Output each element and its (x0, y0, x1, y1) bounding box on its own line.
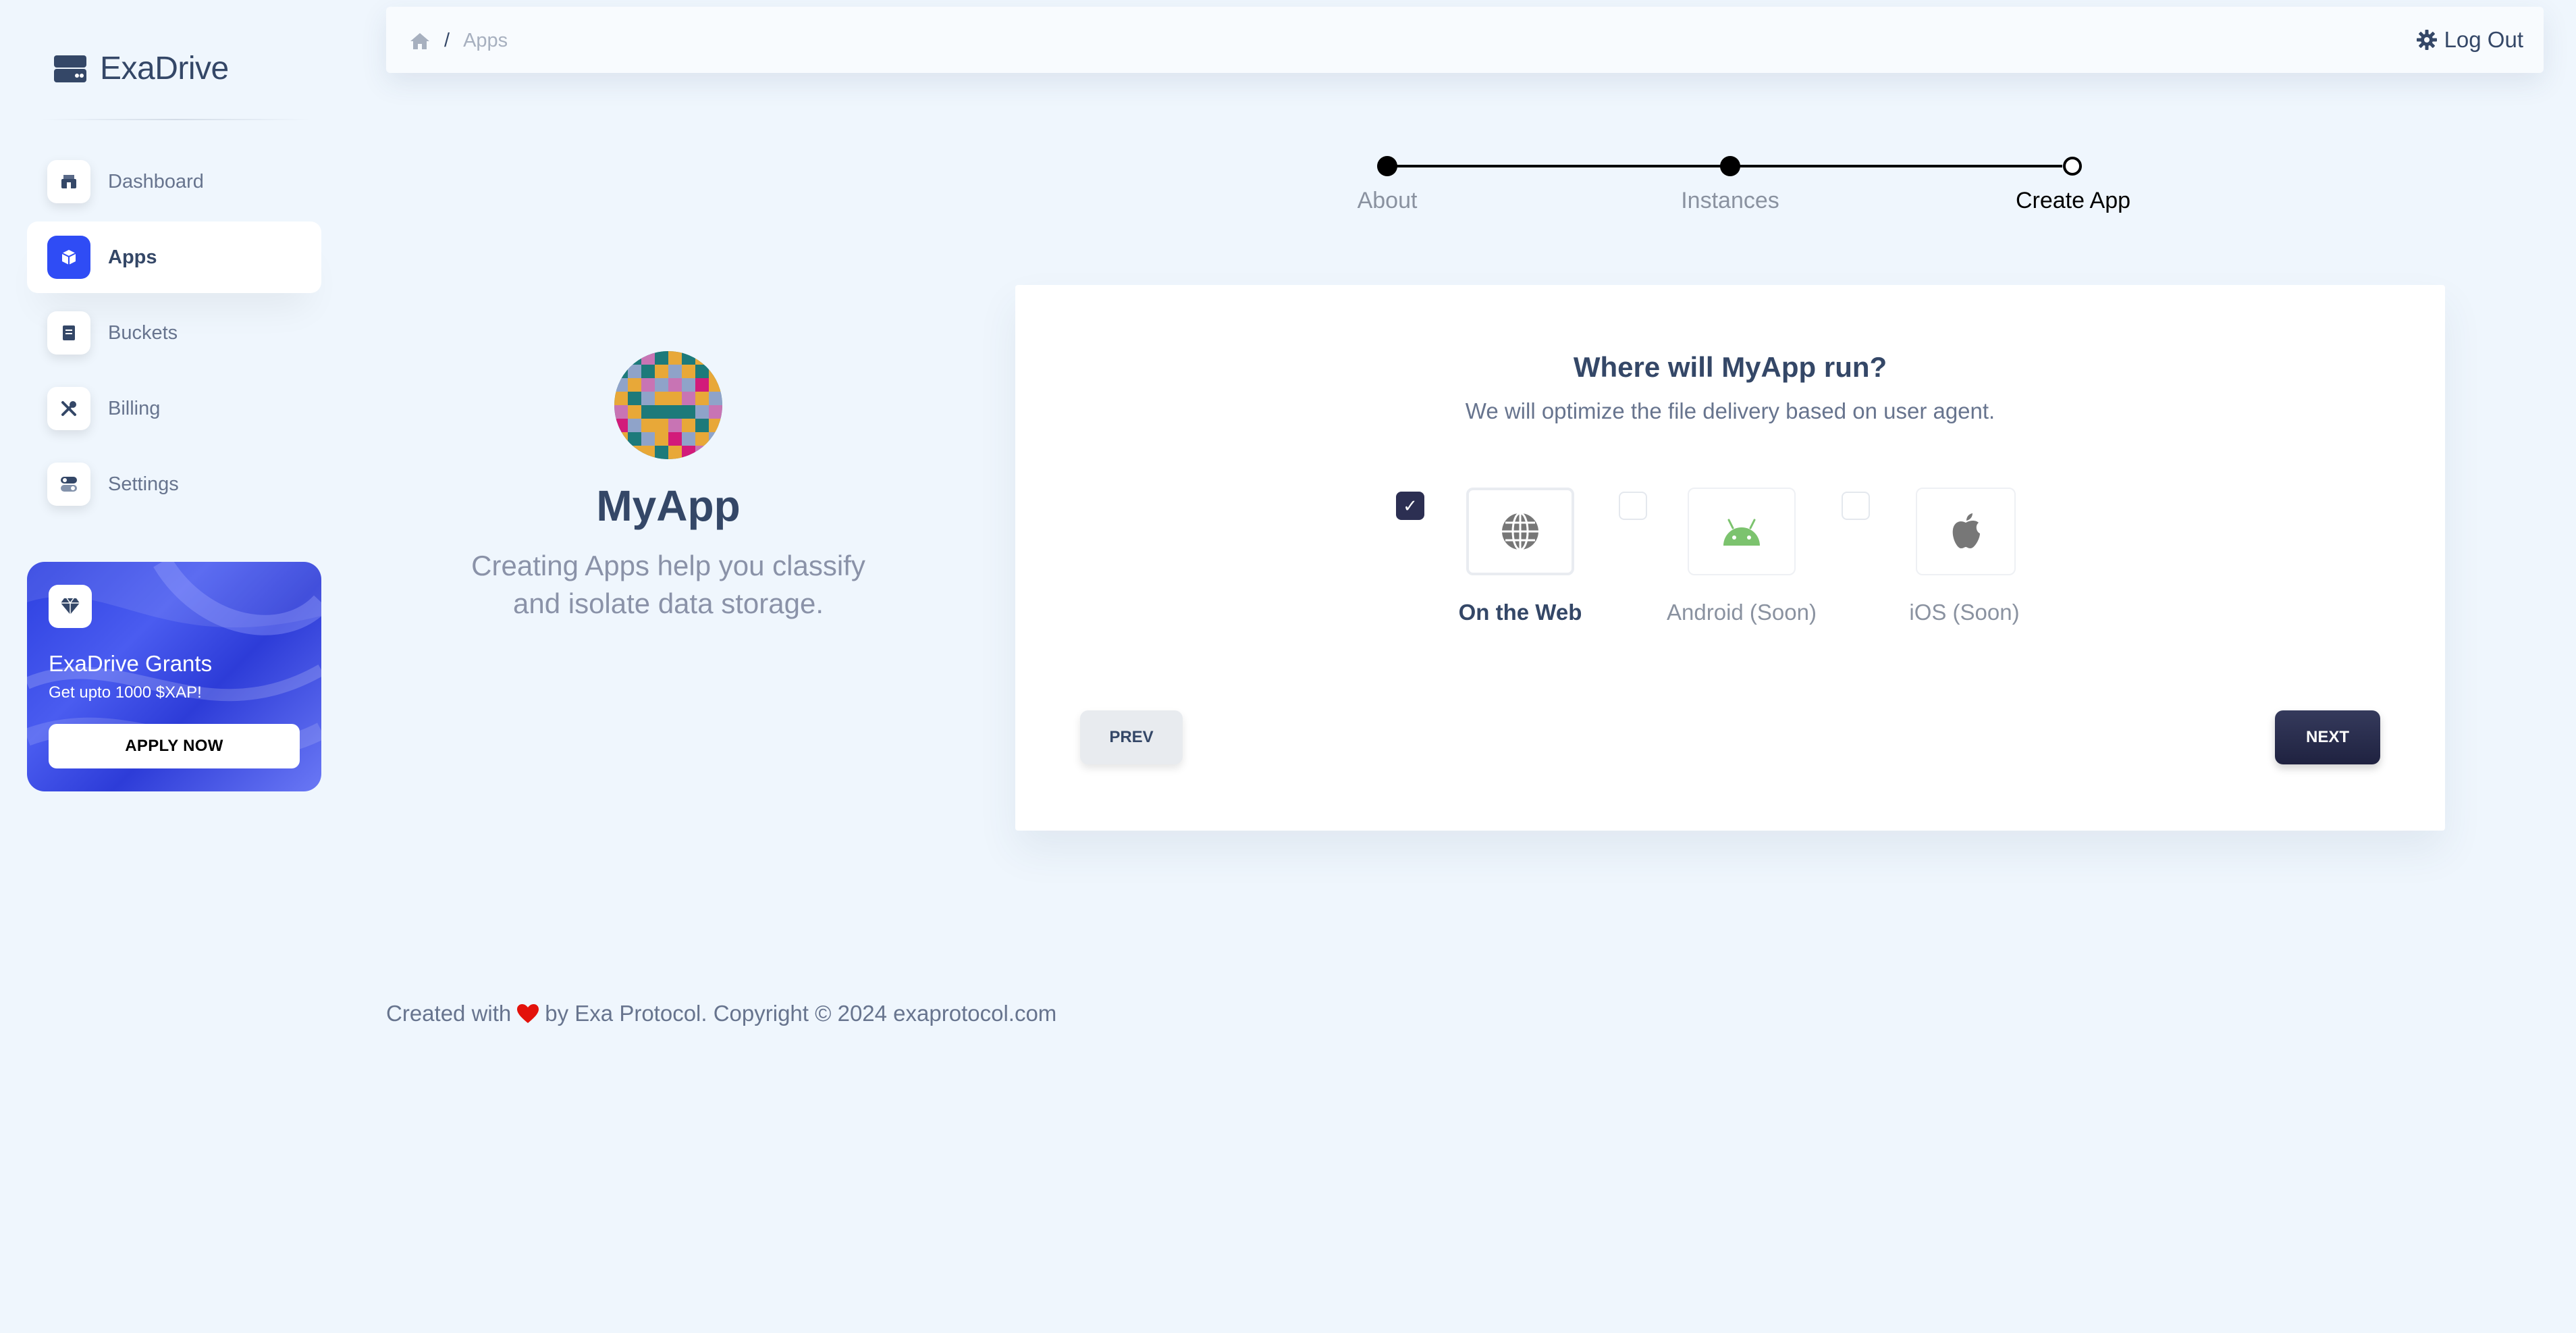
step-dot-create-app[interactable] (2063, 157, 2082, 176)
app-description: Creating Apps help you classify and isol… (471, 550, 865, 619)
progress-stepper: About Instances Create App (1337, 149, 2147, 230)
logout-label: Log Out (2444, 27, 2523, 52)
card-title: Where will MyApp run? (1573, 351, 1887, 383)
gear-icon (2416, 30, 2437, 50)
brand[interactable]: ExaDrive (54, 50, 229, 87)
ios-checkbox[interactable] (1842, 492, 1870, 520)
promo-title: ExaDrive Grants (49, 651, 213, 676)
android-icon (1723, 519, 1760, 546)
android-option-card[interactable] (1688, 488, 1796, 575)
step-dot-about[interactable] (1377, 156, 1397, 176)
sidebar-item-apps[interactable]: Apps (27, 221, 321, 293)
step-label-instances[interactable]: Instances (1681, 188, 1779, 214)
sidebar: ExaDrive Dashboard Apps Buckets Billing … (0, 0, 351, 1333)
brand-name: ExaDrive (100, 51, 229, 86)
logout-button[interactable]: Log Out (2416, 27, 2523, 53)
prev-button[interactable]: PREV (1080, 710, 1183, 764)
promo-subtitle: Get upto 1000 $XAP! (49, 683, 202, 702)
footer-text-end: by Exa Protocol. Copyright © 2024 exapro… (545, 1001, 1057, 1026)
sidebar-item-dashboard[interactable]: Dashboard (27, 146, 321, 217)
web-checkbox[interactable]: ✓ (1396, 492, 1424, 520)
breadcrumb-current: Apps (463, 30, 508, 51)
tools-icon (47, 387, 90, 430)
step-dot-instances[interactable] (1720, 156, 1740, 176)
diamond-icon (49, 585, 92, 628)
apple-icon (1952, 513, 1980, 548)
globe-icon (1502, 512, 1538, 551)
sidebar-divider (41, 119, 311, 120)
sidebar-item-label: Apps (108, 246, 157, 268)
sidebar-item-label: Dashboard (108, 170, 204, 192)
drive-icon (54, 55, 86, 82)
sidebar-item-label: Buckets (108, 321, 178, 344)
top-navbar: / Apps Log Out (386, 7, 2544, 73)
heart-icon (517, 1004, 539, 1023)
web-option-card[interactable] (1466, 488, 1574, 575)
footer: Created with by Exa Protocol. Copyright … (386, 1001, 1056, 1026)
footer-text-start: Created with (386, 1001, 512, 1026)
step-label-about[interactable]: About (1358, 188, 1418, 214)
ios-option-card[interactable] (1916, 488, 2016, 575)
breadcrumb: / Apps (409, 30, 508, 52)
home-icon[interactable] (409, 32, 431, 51)
android-checkbox[interactable] (1619, 492, 1647, 520)
card-subtitle: We will optimize the file delivery based… (1465, 398, 1995, 423)
document-icon (47, 311, 90, 355)
sidebar-item-label: Settings (108, 473, 179, 495)
app-root: ExaDrive Dashboard Apps Buckets Billing … (0, 0, 2576, 1333)
shop-icon (47, 160, 90, 203)
sidebar-item-label: Billing (108, 397, 161, 419)
box-icon (47, 236, 90, 279)
apply-now-button[interactable]: APPLY NOW (49, 724, 300, 768)
web-option-label[interactable]: On the Web (1459, 600, 1582, 625)
toggle-icon (47, 463, 90, 506)
android-option-label[interactable]: Android (Soon) (1667, 600, 1817, 625)
ios-option-label[interactable]: iOS (Soon) (1909, 600, 2019, 625)
breadcrumb-separator: / (444, 30, 450, 51)
next-button[interactable]: NEXT (2275, 710, 2380, 764)
sidebar-item-buckets[interactable]: Buckets (27, 297, 321, 369)
sidebar-item-settings[interactable]: Settings (27, 448, 321, 520)
step-label-create-app[interactable]: Create App (2016, 188, 2130, 214)
app-name: MyApp (596, 481, 741, 530)
sidebar-item-billing[interactable]: Billing (27, 373, 321, 444)
platform-card: Where will MyApp run? We will optimize t… (1015, 285, 2445, 831)
app-avatar (614, 351, 722, 459)
grants-promo-card: ExaDrive Grants Get upto 1000 $XAP! APPL… (27, 562, 321, 791)
